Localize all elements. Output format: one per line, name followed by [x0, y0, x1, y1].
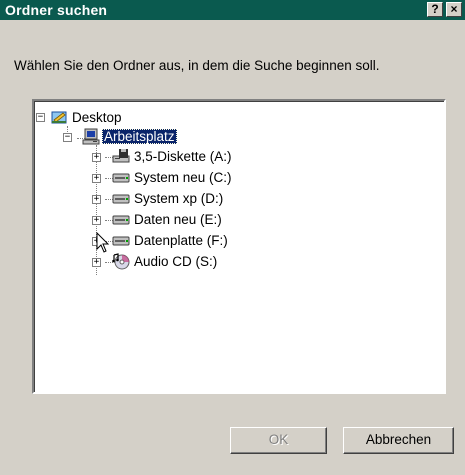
- expand-toggle[interactable]: +: [92, 153, 101, 162]
- cancel-button[interactable]: Abbrechen: [343, 427, 454, 454]
- ok-button[interactable]: OK: [230, 427, 327, 454]
- hard-drive-icon: [112, 194, 130, 204]
- expand-toggle[interactable]: +: [92, 216, 101, 225]
- tree-item-desktop[interactable]: − Desktop: [34, 109, 434, 127]
- tree-item-drive-c[interactable]: + System neu (C:): [34, 169, 434, 187]
- expand-toggle[interactable]: +: [92, 174, 101, 183]
- tree-item-label: 3,5-Diskette (A:): [134, 149, 232, 164]
- title-bar[interactable]: Ordner suchen ? ×: [0, 0, 465, 20]
- tree-item-arbeitsplatz[interactable]: − Arbeitsplatz: [34, 128, 434, 146]
- hard-drive-icon: [112, 173, 130, 183]
- tree-item-drive-e[interactable]: + Daten neu (E:): [34, 211, 434, 229]
- window-title: Ordner suchen: [5, 2, 108, 18]
- tree-item-label: System neu (C:): [134, 170, 232, 185]
- floppy-drive-icon: [112, 149, 130, 163]
- hard-drive-icon: [112, 236, 130, 246]
- help-button[interactable]: ?: [427, 2, 443, 17]
- expand-toggle[interactable]: +: [92, 195, 101, 204]
- mouse-cursor-icon: [96, 232, 110, 253]
- folder-browse-dialog: Ordner suchen ? × Wählen Sie den Ordner …: [0, 0, 465, 475]
- tree-item-label: Audio CD (S:): [134, 254, 218, 269]
- collapse-toggle[interactable]: −: [63, 133, 72, 142]
- desktop-icon: [51, 111, 67, 124]
- tree-item-drive-d[interactable]: + System xp (D:): [34, 190, 434, 208]
- tree-item-label: Datenplatte (F:): [134, 233, 228, 248]
- cd-drive-icon: [112, 253, 130, 270]
- tree-item-drive-f[interactable]: + Datenplatte (F:): [34, 232, 434, 250]
- hard-drive-icon: [112, 215, 130, 225]
- expand-toggle[interactable]: +: [92, 258, 101, 267]
- tree-item-label: Daten neu (E:): [134, 212, 222, 227]
- tree-item-label: System xp (D:): [134, 191, 224, 206]
- instruction-text: Wählen Sie den Ordner aus, in dem die Su…: [14, 58, 380, 73]
- computer-icon: [82, 128, 100, 145]
- tree-item-label: Desktop: [72, 110, 122, 125]
- collapse-toggle[interactable]: −: [36, 113, 45, 122]
- tree-item-drive-s[interactable]: + Audio CD (S:): [34, 253, 434, 271]
- tree-item-label: Arbeitsplatz: [102, 129, 177, 144]
- close-button[interactable]: ×: [446, 2, 462, 17]
- folder-tree[interactable]: − Desktop − Arbeitsplatz + 3,5-Diskette …: [32, 99, 446, 394]
- tree-item-drive-a[interactable]: + 3,5-Diskette (A:): [34, 148, 434, 166]
